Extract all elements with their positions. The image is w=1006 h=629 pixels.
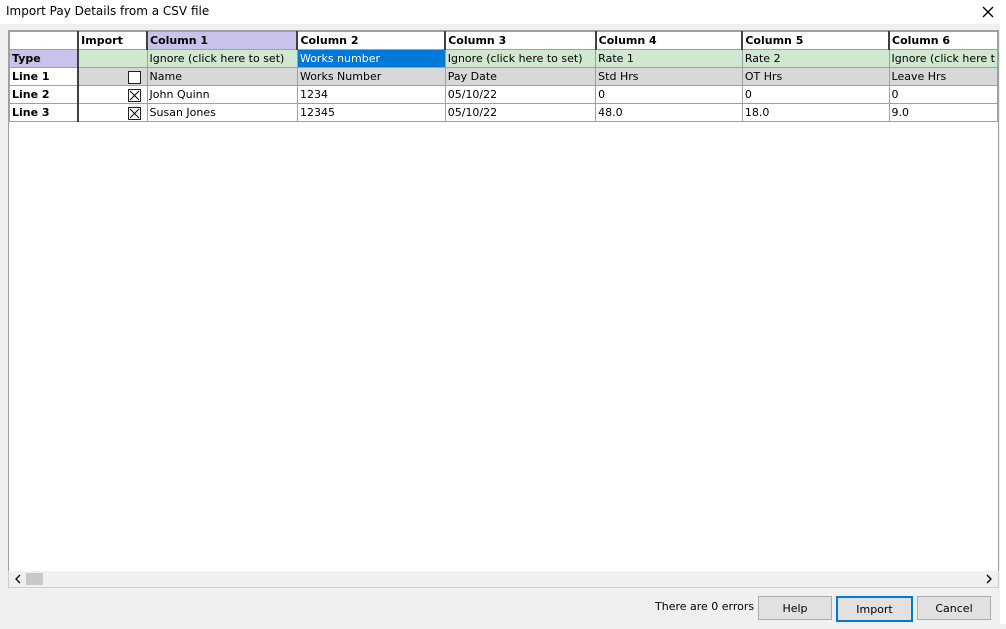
import-checkbox[interactable] [127, 70, 141, 84]
window-title: Import Pay Details from a CSV file [6, 4, 210, 18]
table-cell: 9.0 [888, 103, 998, 122]
table-cell: Name [146, 67, 298, 86]
table-cell: John Quinn [146, 85, 298, 104]
table-cell: 1234 [296, 85, 446, 104]
column-header-5[interactable]: Column 5 [741, 31, 890, 50]
table-cell: Works Number [296, 67, 446, 86]
table-cell: 18.0 [741, 103, 890, 122]
type-selector-column-5[interactable]: Rate 2 [741, 49, 890, 68]
table-cell: 48.0 [595, 103, 743, 122]
table-cell: OT Hrs [741, 67, 890, 86]
corner-cell [9, 31, 79, 50]
close-icon [982, 6, 994, 18]
import-cell[interactable] [77, 103, 148, 122]
column-header-6[interactable]: Column 6 [888, 31, 998, 50]
csv-grid[interactable]: Import Column 1 Column 2 Column 3 Column 4 Co… [8, 30, 999, 573]
background-edge [1000, 24, 1006, 624]
column-header-1[interactable]: Column 1 [146, 31, 298, 50]
table-cell: Susan Jones [146, 103, 298, 122]
import-button[interactable]: Import [836, 596, 913, 622]
close-button[interactable] [970, 0, 1006, 24]
row-label: Line 3 [9, 103, 80, 122]
type-import-cell [77, 49, 148, 68]
scroll-right-button[interactable] [980, 571, 997, 587]
table-row: Line 1 Name Works Number Pay Date Std Hrs OT … [9, 67, 998, 86]
table-cell: 0 [595, 85, 743, 104]
type-row: Type Ignore (click here to set) Works numb… [9, 49, 998, 68]
row-label: Line 2 [9, 85, 80, 104]
header-row: Import Column 1 Column 2 Column 3 Column 4 Co… [9, 31, 998, 50]
row-label: Line 1 [9, 67, 80, 86]
csv-table: Import Column 1 Column 2 Column 3 Column 4 Co… [9, 31, 998, 122]
dialog-footer: There are 0 errors Help Import Cancel [0, 590, 1006, 629]
type-selector-column-6[interactable]: Ignore (click here t [888, 49, 998, 68]
table-cell: Pay Date [444, 67, 597, 86]
checkbox-icon [129, 108, 139, 118]
type-selector-column-3[interactable]: Ignore (click here to set) [444, 49, 597, 68]
error-status: There are 0 errors [655, 600, 755, 613]
import-cell[interactable] [77, 85, 148, 104]
column-header-3[interactable]: Column 3 [444, 31, 597, 50]
table-cell: 05/10/22 [444, 103, 597, 122]
column-header-4[interactable]: Column 4 [594, 31, 743, 50]
checkbox-icon [129, 90, 139, 100]
import-checkbox[interactable] [127, 88, 141, 102]
chevron-right-icon [986, 574, 992, 584]
type-selector-column-1[interactable]: Ignore (click here to set) [146, 49, 298, 68]
type-row-label: Type [9, 49, 80, 68]
import-column-header: Import [77, 31, 148, 50]
column-header-2[interactable]: Column 2 [296, 31, 446, 50]
type-selector-column-4[interactable]: Rate 1 [595, 49, 743, 68]
import-cell[interactable] [77, 67, 148, 86]
table-cell: 05/10/22 [444, 85, 597, 104]
table-cell: Leave Hrs [888, 67, 998, 86]
table-cell: 0 [888, 85, 998, 104]
title-bar: Import Pay Details from a CSV file [0, 0, 1006, 24]
scroll-left-button[interactable] [9, 571, 26, 587]
import-checkbox[interactable] [127, 106, 141, 120]
help-button[interactable]: Help [758, 596, 832, 620]
table-cell: 0 [741, 85, 890, 104]
table-cell: 12345 [296, 103, 446, 122]
table-row: Line 3 Susan Jones 12345 05/10/22 48.0 18.0 9.… [9, 103, 998, 122]
scroll-thumb[interactable] [26, 573, 43, 585]
chevron-left-icon [14, 574, 20, 584]
table-cell: Std Hrs [595, 67, 743, 86]
horizontal-scrollbar[interactable] [8, 571, 999, 588]
table-row: Line 2 John Quinn 1234 05/10/22 0 0 0 [9, 85, 998, 104]
cancel-button[interactable]: Cancel [917, 596, 991, 620]
type-selector-column-2[interactable]: Works number [296, 49, 446, 68]
